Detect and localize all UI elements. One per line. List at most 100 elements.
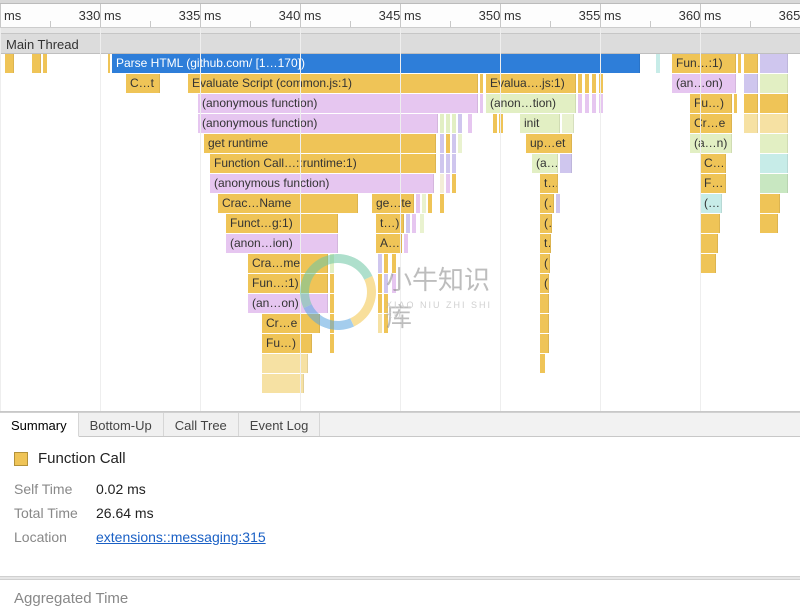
flame-bar[interactable]: (an…on) <box>248 294 328 313</box>
flame-bar[interactable]: Fu…) <box>690 94 732 113</box>
flame-bar[interactable] <box>700 214 720 233</box>
flame-bar[interactable] <box>452 134 456 153</box>
flame-bar[interactable] <box>458 134 462 153</box>
flame-bar[interactable]: (… <box>540 274 549 293</box>
flame-bar[interactable] <box>440 154 444 173</box>
flame-bar[interactable] <box>760 194 780 213</box>
flame-bar[interactable]: Cr…e <box>690 114 732 133</box>
flame-bar[interactable] <box>578 74 582 93</box>
flame-bar[interactable] <box>744 74 758 93</box>
flame-bar[interactable]: (anonymous function) <box>198 94 478 113</box>
flame-bar[interactable] <box>446 114 450 133</box>
flame-bar[interactable] <box>760 54 788 73</box>
flame-bar[interactable] <box>446 134 450 153</box>
flame-bar[interactable] <box>760 174 788 193</box>
flame-bar[interactable] <box>744 114 758 133</box>
flame-bar[interactable] <box>760 74 788 93</box>
tab-call-tree[interactable]: Call Tree <box>164 413 239 436</box>
flame-chart[interactable]: Main Thread Parse HTML (github.com/ [1…1… <box>0 28 800 412</box>
flame-bar[interactable]: Funct…g:1) <box>226 214 338 233</box>
flame-bar[interactable] <box>384 294 388 313</box>
flame-bar[interactable] <box>262 374 304 393</box>
flame-bar[interactable]: ge…te <box>372 194 414 213</box>
flame-bar[interactable]: (a…n) <box>690 134 732 153</box>
flame-bar[interactable] <box>440 134 444 153</box>
flame-bar[interactable] <box>446 154 450 173</box>
flame-bar[interactable] <box>378 314 382 333</box>
flame-bar[interactable] <box>420 214 424 233</box>
flame-bar[interactable]: up…et <box>526 134 572 153</box>
flame-bar[interactable]: Function Call…::runtime:1) <box>210 154 436 173</box>
flame-bar[interactable] <box>760 214 778 233</box>
flame-bar[interactable] <box>760 114 788 133</box>
flame-bar[interactable]: A… <box>376 234 402 253</box>
flame-bar[interactable] <box>446 174 450 193</box>
flame-bar[interactable] <box>560 154 572 173</box>
flame-bar[interactable] <box>540 314 549 333</box>
flame-bar[interactable]: Fu…) <box>262 334 312 353</box>
flame-bar[interactable] <box>406 214 410 233</box>
flame-bar[interactable] <box>540 294 549 313</box>
flame-bar[interactable] <box>480 74 483 93</box>
flame-bar[interactable]: C…t <box>126 74 160 93</box>
flame-bar[interactable] <box>656 54 660 73</box>
flame-bar[interactable] <box>592 94 596 113</box>
flame-bar[interactable]: (… <box>540 254 550 273</box>
flame-bar[interactable] <box>760 134 788 153</box>
flame-bar[interactable] <box>556 194 560 213</box>
flame-bar[interactable]: C… <box>700 154 726 173</box>
flame-bar[interactable]: (a…) <box>532 154 558 173</box>
tab-summary[interactable]: Summary <box>0 413 79 437</box>
flame-bar[interactable] <box>440 114 444 133</box>
flame-bar[interactable] <box>738 54 741 73</box>
flame-bar[interactable] <box>330 254 334 273</box>
flame-bar[interactable] <box>378 294 382 313</box>
flame-bar[interactable] <box>262 354 308 373</box>
flame-bar[interactable]: (… <box>700 194 722 213</box>
flame-bar[interactable] <box>330 294 334 313</box>
flame-bar[interactable] <box>384 314 388 333</box>
flame-bar[interactable] <box>5 54 14 73</box>
flame-bar[interactable]: Cra…me <box>248 254 328 273</box>
flame-bar[interactable]: (an…on) <box>672 74 736 93</box>
flame-bar[interactable] <box>440 174 444 193</box>
flame-bar[interactable]: init <box>520 114 560 133</box>
flame-bar[interactable] <box>458 114 462 133</box>
flame-bar[interactable] <box>585 94 589 113</box>
flame-bar[interactable] <box>378 254 382 273</box>
flame-bar[interactable]: (… <box>540 214 552 233</box>
flame-bar[interactable]: Parse HTML (github.com/ [1…170]) <box>112 54 640 73</box>
flame-bar[interactable] <box>43 54 47 73</box>
flame-bar[interactable] <box>540 334 549 353</box>
flame-bar[interactable] <box>392 274 396 293</box>
flame-bar[interactable] <box>404 234 408 253</box>
flame-bar[interactable] <box>428 194 432 213</box>
flame-bar[interactable] <box>700 254 716 273</box>
flame-bar[interactable] <box>384 274 388 293</box>
flame-bar[interactable] <box>330 314 334 333</box>
flame-bar[interactable] <box>744 94 758 113</box>
flame-bar[interactable] <box>760 154 788 173</box>
flame-bar[interactable] <box>452 114 456 133</box>
flame-bar[interactable] <box>392 254 396 273</box>
flame-bar[interactable] <box>330 274 334 293</box>
flame-bar[interactable] <box>330 334 334 353</box>
flame-bar[interactable] <box>700 234 718 253</box>
tab-event-log[interactable]: Event Log <box>239 413 321 436</box>
flame-bar[interactable] <box>585 74 589 93</box>
flame-bar[interactable] <box>744 54 758 73</box>
flame-bar[interactable] <box>416 194 420 213</box>
flame-bar[interactable]: Cr…e <box>262 314 320 333</box>
flame-bar[interactable] <box>578 94 582 113</box>
flame-bar[interactable]: t… <box>540 174 558 193</box>
flame-bar[interactable]: get runtime <box>204 134 436 153</box>
flame-bar[interactable] <box>452 174 456 193</box>
flame-bar[interactable] <box>378 274 382 293</box>
timeline-ruler[interactable]: 325 ms330 ms335 ms340 ms345 ms350 ms355 … <box>0 4 800 28</box>
flame-bar[interactable] <box>493 114 497 133</box>
flame-bar[interactable] <box>592 74 596 93</box>
flame-bar[interactable]: F… <box>700 174 726 193</box>
tab-bottom-up[interactable]: Bottom-Up <box>79 413 164 436</box>
flame-bar[interactable] <box>422 194 426 213</box>
flame-bar[interactable] <box>384 254 388 273</box>
